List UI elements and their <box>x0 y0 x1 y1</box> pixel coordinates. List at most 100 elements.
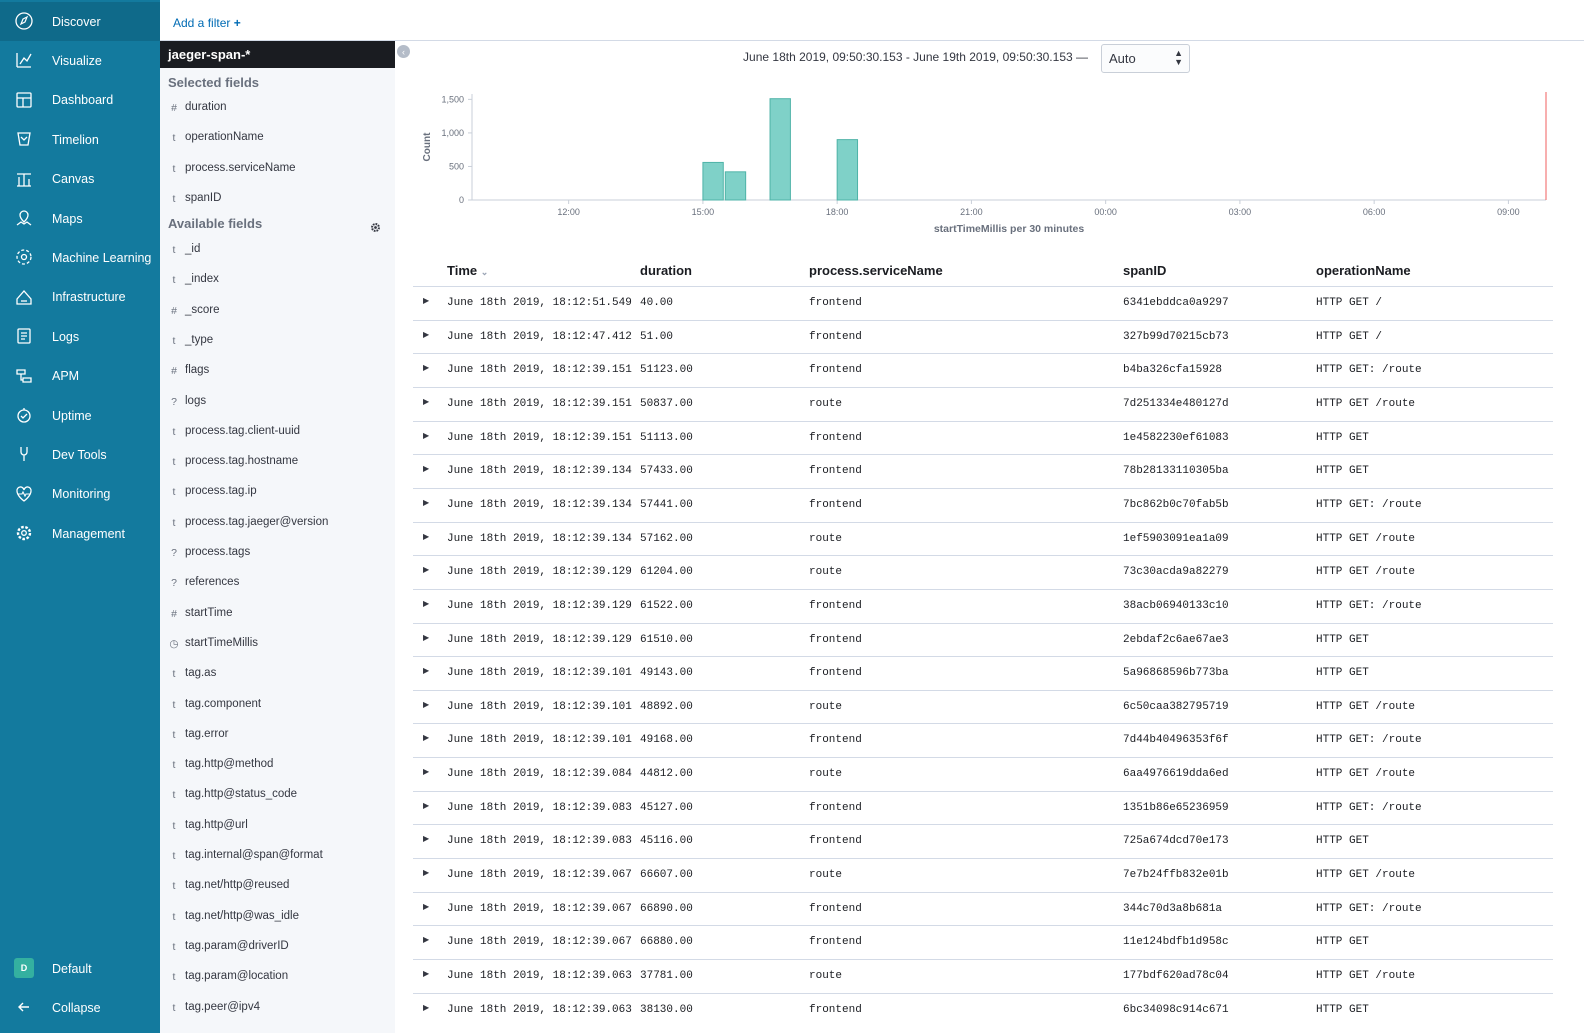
y-tick-label: 1,500 <box>441 94 464 104</box>
nav-item-timelion[interactable]: Timelion <box>0 120 160 159</box>
expand-row-icon[interactable]: ▶ <box>423 431 429 440</box>
y-axis-label: Count <box>422 132 433 162</box>
field-item[interactable]: # startTime <box>160 604 395 626</box>
expand-row-icon[interactable]: ▶ <box>423 969 429 978</box>
table-row: ▶ June 18th 2019, 18:12:39.129 61204.00 rou… <box>413 555 1553 589</box>
expand-row-icon[interactable]: ▶ <box>423 565 429 574</box>
histogram-bar <box>836 139 859 201</box>
table-cell: 66607.00 <box>640 869 693 882</box>
table-cell: June 18th 2019, 18:12:51.549 <box>447 297 632 309</box>
expand-row-icon[interactable]: ▶ <box>423 935 429 944</box>
nav-item-visualize[interactable]: Visualize <box>0 41 160 80</box>
field-item[interactable]: ? process.tags <box>160 543 395 565</box>
expand-row-icon[interactable]: ▶ <box>423 397 429 406</box>
expand-row-icon[interactable]: ▶ <box>423 599 429 608</box>
field-item[interactable]: t process.serviceName <box>160 159 395 181</box>
field-item[interactable]: t spanID <box>160 189 395 211</box>
field-item[interactable]: t tag.http@method <box>160 755 395 777</box>
column-header-operationname[interactable]: operationName <box>1316 263 1411 278</box>
nav-item-apm[interactable]: APM <box>0 357 160 396</box>
field-item[interactable]: t process.tag.ip <box>160 482 395 504</box>
expand-row-icon[interactable]: ▶ <box>423 868 429 877</box>
column-header-spanid[interactable]: spanID <box>1123 263 1166 278</box>
expand-row-icon[interactable]: ▶ <box>423 363 429 372</box>
x-tick-label: 15:00 <box>692 207 715 217</box>
expand-row-icon[interactable]: ▶ <box>423 1003 429 1012</box>
table-cell: 66880.00 <box>640 936 693 949</box>
field-item[interactable]: t tag.param@driverID <box>160 937 395 959</box>
field-item[interactable]: t tag.error <box>160 725 395 747</box>
selected-fields-title: Selected fields <box>168 75 260 90</box>
field-item[interactable]: t tag.net/http@reused <box>160 876 395 898</box>
field-item[interactable]: t tag.as <box>160 664 395 686</box>
sort-icon[interactable]: ⌄ <box>481 267 489 277</box>
nav-item-uptime[interactable]: Uptime <box>0 396 160 435</box>
column-header-process-servicename[interactable]: process.serviceName <box>809 263 943 278</box>
column-header-time[interactable]: Time ⌄ <box>447 263 488 278</box>
column-header-label: operationName <box>1316 263 1411 278</box>
column-header-duration[interactable]: duration <box>640 263 692 278</box>
nav-item-discover[interactable]: Discover <box>0 2 160 41</box>
field-item[interactable]: t process.tag.client-uuid <box>160 422 395 444</box>
field-item[interactable]: t tag.peer@ipv4 <box>160 998 395 1020</box>
field-item[interactable]: ? logs <box>160 392 395 414</box>
nav-item-dev-tools[interactable]: Dev Tools <box>0 435 160 474</box>
field-item[interactable]: t tag.net/http@was_idle <box>160 907 395 929</box>
expand-row-icon[interactable]: ▶ <box>423 633 429 642</box>
table-cell: 1351b86e65236959 <box>1123 801 1229 814</box>
field-item[interactable]: t process.tag.jaeger@version <box>160 513 395 535</box>
dashboard-icon <box>14 90 34 110</box>
field-item[interactable]: t _type <box>160 331 395 353</box>
nav-item-canvas[interactable]: Canvas <box>0 160 160 199</box>
field-item[interactable]: # _score <box>160 301 395 323</box>
field-item[interactable]: t _id <box>160 240 395 262</box>
field-item[interactable]: ? references <box>160 573 395 595</box>
nav-item-infrastructure[interactable]: Infrastructure <box>0 278 160 317</box>
table-cell: HTTP GET <box>1316 633 1369 646</box>
field-item[interactable]: t tag.internal@span@format <box>160 846 395 868</box>
table-cell: June 18th 2019, 18:12:39.067 <box>447 936 632 949</box>
table-cell: 7d251334e480127d <box>1123 397 1229 410</box>
field-item[interactable]: # flags <box>160 361 395 383</box>
collapse-button[interactable]: Collapse <box>0 988 160 1027</box>
field-item[interactable]: t process.tag.hostname <box>160 452 395 474</box>
space-selector[interactable]: D Default <box>0 949 160 988</box>
interval-select[interactable]: Auto ▲ ▼ <box>1101 44 1190 73</box>
nav-item-management[interactable]: Management <box>0 514 160 553</box>
index-pattern-title[interactable]: jaeger-span-* <box>160 41 395 68</box>
nav-item-label: Maps <box>52 211 83 226</box>
expand-row-icon[interactable]: ▶ <box>423 296 429 305</box>
field-item[interactable]: t tag.param@location <box>160 967 395 989</box>
nav-item-machine-learning[interactable]: Machine Learning <box>0 238 160 277</box>
add-filter-link[interactable]: Add a filter + <box>173 16 241 30</box>
x-tick-label: 12:00 <box>557 207 580 217</box>
expand-row-icon[interactable]: ▶ <box>423 767 429 776</box>
field-name: startTimeMillis <box>185 636 259 649</box>
expand-row-icon[interactable]: ▶ <box>423 532 429 541</box>
field-item[interactable]: t operationName <box>160 128 395 150</box>
expand-row-icon[interactable]: ▶ <box>423 902 429 911</box>
field-item[interactable]: # duration <box>160 98 395 120</box>
expand-row-icon[interactable]: ▶ <box>423 464 429 473</box>
gear-icon[interactable] <box>370 220 381 238</box>
field-item[interactable]: ◷ startTimeMillis <box>160 634 395 656</box>
table-cell: route <box>809 532 843 545</box>
expand-row-icon[interactable]: ▶ <box>423 498 429 507</box>
nav-item-dashboard[interactable]: Dashboard <box>0 81 160 120</box>
expand-row-icon[interactable]: ▶ <box>423 733 429 742</box>
field-item[interactable]: t _index <box>160 270 395 292</box>
expand-row-icon[interactable]: ▶ <box>423 330 429 339</box>
expand-row-icon[interactable]: ▶ <box>423 834 429 843</box>
expand-row-icon[interactable]: ▶ <box>423 801 429 810</box>
expand-row-icon[interactable]: ▶ <box>423 666 429 675</box>
field-item[interactable]: t tag.component <box>160 695 395 717</box>
nav-item-monitoring[interactable]: Monitoring <box>0 475 160 514</box>
nav-item-maps[interactable]: Maps <box>0 199 160 238</box>
space-label: Default <box>52 961 92 976</box>
nav-item-logs[interactable]: Logs <box>0 317 160 356</box>
collapse-sidebar-icon[interactable]: ‹ <box>397 45 410 58</box>
expand-row-icon[interactable]: ▶ <box>423 700 429 709</box>
table-cell: b4ba326cfa15928 <box>1123 364 1223 377</box>
field-item[interactable]: t tag.http@status_code <box>160 785 395 807</box>
field-item[interactable]: t tag.http@url <box>160 816 395 838</box>
